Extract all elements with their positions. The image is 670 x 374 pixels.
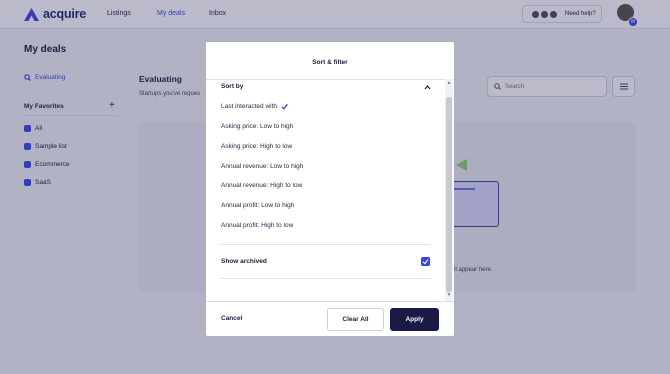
divider (221, 244, 431, 245)
sort-option-profit-low-high[interactable]: Annual profit: Low to high (221, 202, 294, 209)
sort-option-label: Last interacted with (221, 103, 278, 110)
show-archived-label: Show archived (221, 258, 267, 265)
scroll-up-arrow-icon[interactable]: ▲ (446, 80, 452, 86)
divider (206, 79, 454, 80)
clear-all-button[interactable]: Clear All (327, 308, 384, 331)
divider (206, 301, 454, 302)
modal-title: Sort & filter (312, 59, 348, 66)
divider (221, 278, 431, 279)
sort-option-label: Annual revenue: High to low (221, 182, 303, 189)
chevron-up-icon[interactable] (424, 84, 431, 91)
checkmark-icon (281, 103, 288, 110)
scrollbar-thumb[interactable] (446, 97, 452, 292)
sort-by-heading[interactable]: Sort by (221, 83, 243, 90)
sort-option-label: Annual revenue: Low to high (221, 163, 304, 170)
sort-filter-modal: Sort & filter Sort by Last interacted wi… (206, 42, 454, 336)
sort-option-label: Annual profit: Low to high (221, 202, 295, 209)
sort-option-asking-low-high[interactable]: Asking price: Low to high (221, 123, 293, 130)
checkmark-icon (422, 259, 429, 265)
show-archived-checkbox[interactable] (421, 257, 430, 266)
sort-option-revenue-high-low[interactable]: Annual revenue: High to low (221, 182, 302, 189)
sort-option-revenue-low-high[interactable]: Annual revenue: Low to high (221, 163, 303, 170)
scroll-down-arrow-icon[interactable]: ▼ (446, 292, 452, 298)
sort-option-label: Asking price: High to low (221, 143, 293, 150)
sort-option-label: Annual profit: High to low (221, 222, 294, 229)
sort-option-profit-high-low[interactable]: Annual profit: High to low (221, 222, 293, 229)
sort-option-asking-high-low[interactable]: Asking price: High to low (221, 143, 292, 150)
apply-button[interactable]: Apply (390, 308, 439, 331)
sort-option-last-interacted[interactable]: Last interacted with (221, 103, 288, 110)
cancel-button[interactable]: Cancel (221, 315, 242, 322)
sort-option-label: Asking price: Low to high (221, 123, 294, 130)
